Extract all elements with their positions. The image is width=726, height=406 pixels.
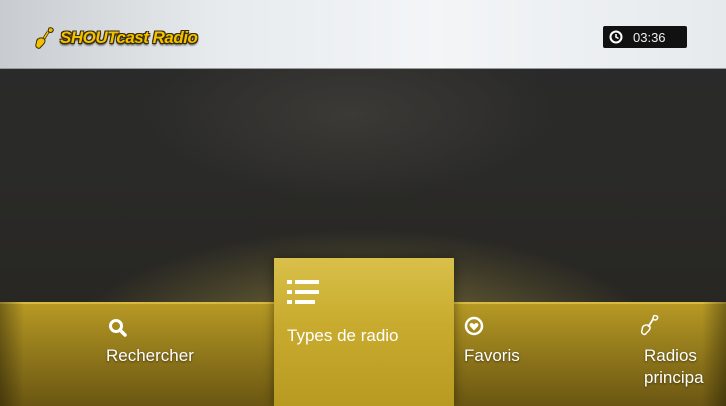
clock-icon	[609, 30, 623, 44]
heart-icon	[464, 316, 484, 336]
menu-item-rechercher[interactable]: Rechercher	[100, 312, 250, 392]
menu-item-radios-principales[interactable]: Radios principa	[640, 312, 726, 402]
shoutcast-guitar-icon	[35, 27, 54, 49]
header-bar: SHOUTcast Radio 03:36	[0, 0, 726, 69]
menu-item-label-line1: Radios	[644, 346, 697, 365]
menu-item-label-line2: principa	[644, 368, 704, 387]
app-title: SHOUTcast Radio	[60, 28, 198, 47]
tv-screen: SHOUTcast Radio 03:36 Rechercher Types d…	[0, 0, 726, 406]
list-icon	[287, 280, 319, 304]
menu-item-favoris[interactable]: Favoris	[460, 312, 610, 392]
search-icon	[109, 319, 127, 337]
menu-bar-left-fade	[0, 302, 24, 406]
menu-item-label: Rechercher	[106, 346, 194, 365]
shoutcast-logo: SHOUTcast Radio	[34, 26, 198, 50]
menu-item-types-de-radio[interactable]: Types de radio	[274, 258, 454, 406]
clock-time: 03:36	[633, 29, 666, 45]
shoutcast-guitar-icon	[640, 314, 659, 336]
menu-item-label: Types de radio	[287, 326, 399, 345]
menu-item-label: Favoris	[464, 346, 520, 365]
clock-widget: 03:36	[603, 26, 687, 48]
